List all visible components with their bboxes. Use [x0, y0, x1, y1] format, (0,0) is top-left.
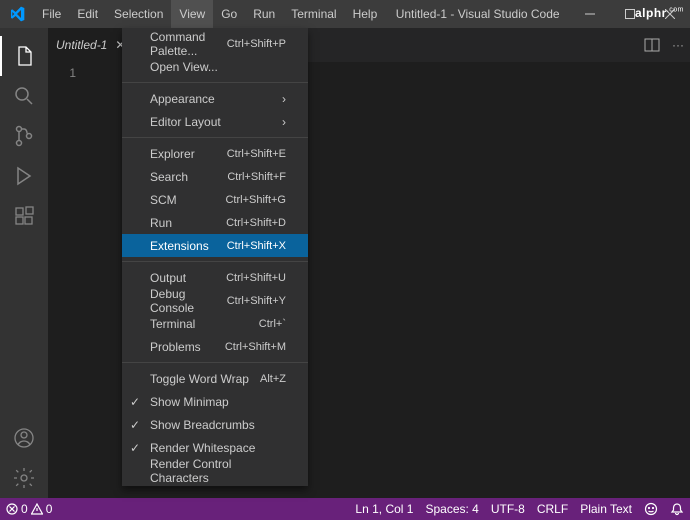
status-bar: 0 0 Ln 1, Col 1 Spaces: 4 UTF-8 CRLF Pla… [0, 498, 690, 520]
check-icon: ✓ [130, 441, 140, 455]
run-debug-icon[interactable] [0, 156, 48, 196]
source-control-icon[interactable] [0, 116, 48, 156]
check-icon: ✓ [130, 395, 140, 409]
alphr-logo: alphr.com [635, 4, 684, 20]
menu-toggle-word-wrap[interactable]: Toggle Word WrapAlt+Z [122, 367, 308, 390]
menu-run-view[interactable]: RunCtrl+Shift+D [122, 211, 308, 234]
menu-problems[interactable]: ProblemsCtrl+Shift+M [122, 335, 308, 358]
menu-editor-layout[interactable]: Editor Layout› [122, 110, 308, 133]
extensions-icon[interactable] [0, 196, 48, 236]
menu-terminal[interactable]: Terminal [283, 0, 344, 28]
chevron-right-icon: › [282, 92, 286, 106]
status-indentation[interactable]: Spaces: 4 [419, 502, 484, 516]
split-editor-icon[interactable] [644, 37, 660, 53]
explorer-icon[interactable] [0, 36, 48, 76]
menu-edit[interactable]: Edit [69, 0, 106, 28]
status-feedback-icon[interactable] [638, 502, 664, 516]
menu-show-breadcrumbs[interactable]: ✓Show Breadcrumbs [122, 413, 308, 436]
search-icon[interactable] [0, 76, 48, 116]
titlebar: File Edit Selection View Go Run Terminal… [0, 0, 690, 28]
menu-file[interactable]: File [34, 0, 69, 28]
menu-run[interactable]: Run [245, 0, 283, 28]
menu-go[interactable]: Go [213, 0, 245, 28]
status-encoding[interactable]: UTF-8 [485, 502, 531, 516]
menu-appearance[interactable]: Appearance› [122, 87, 308, 110]
settings-gear-icon[interactable] [0, 458, 48, 498]
menu-bar: File Edit Selection View Go Run Terminal… [34, 0, 385, 28]
minimize-button[interactable] [570, 0, 610, 28]
menu-selection[interactable]: Selection [106, 0, 171, 28]
chevron-right-icon: › [282, 115, 286, 129]
window-title: Untitled-1 - Visual Studio Code [385, 7, 570, 21]
vscode-icon [0, 6, 34, 22]
menu-scm[interactable]: SCMCtrl+Shift+G [122, 188, 308, 211]
status-language[interactable]: Plain Text [574, 502, 638, 516]
status-problems[interactable]: 0 0 [0, 502, 58, 516]
menu-terminal-view[interactable]: TerminalCtrl+` [122, 312, 308, 335]
menu-command-palette[interactable]: Command Palette...Ctrl+Shift+P [122, 32, 308, 55]
tab-label: Untitled-1 [56, 38, 107, 52]
menu-help[interactable]: Help [345, 0, 386, 28]
activity-bar [0, 28, 48, 498]
status-line-col[interactable]: Ln 1, Col 1 [349, 502, 419, 516]
accounts-icon[interactable] [0, 418, 48, 458]
more-actions-icon[interactable]: ··· [672, 38, 684, 52]
menu-debug-console[interactable]: Debug ConsoleCtrl+Shift+Y [122, 289, 308, 312]
menu-open-view[interactable]: Open View... [122, 55, 308, 78]
menu-extensions[interactable]: ExtensionsCtrl+Shift+X [122, 234, 308, 257]
status-notifications-icon[interactable] [664, 502, 690, 516]
menu-search[interactable]: SearchCtrl+Shift+F [122, 165, 308, 188]
line-gutter: 1 [48, 62, 88, 498]
menu-view[interactable]: View [171, 0, 213, 28]
menu-show-minimap[interactable]: ✓Show Minimap [122, 390, 308, 413]
menu-explorer[interactable]: ExplorerCtrl+Shift+E [122, 142, 308, 165]
menu-render-control-characters[interactable]: Render Control Characters [122, 459, 308, 482]
check-icon: ✓ [130, 418, 140, 432]
status-eol[interactable]: CRLF [531, 502, 574, 516]
view-menu-dropdown: Command Palette...Ctrl+Shift+P Open View… [122, 28, 308, 486]
